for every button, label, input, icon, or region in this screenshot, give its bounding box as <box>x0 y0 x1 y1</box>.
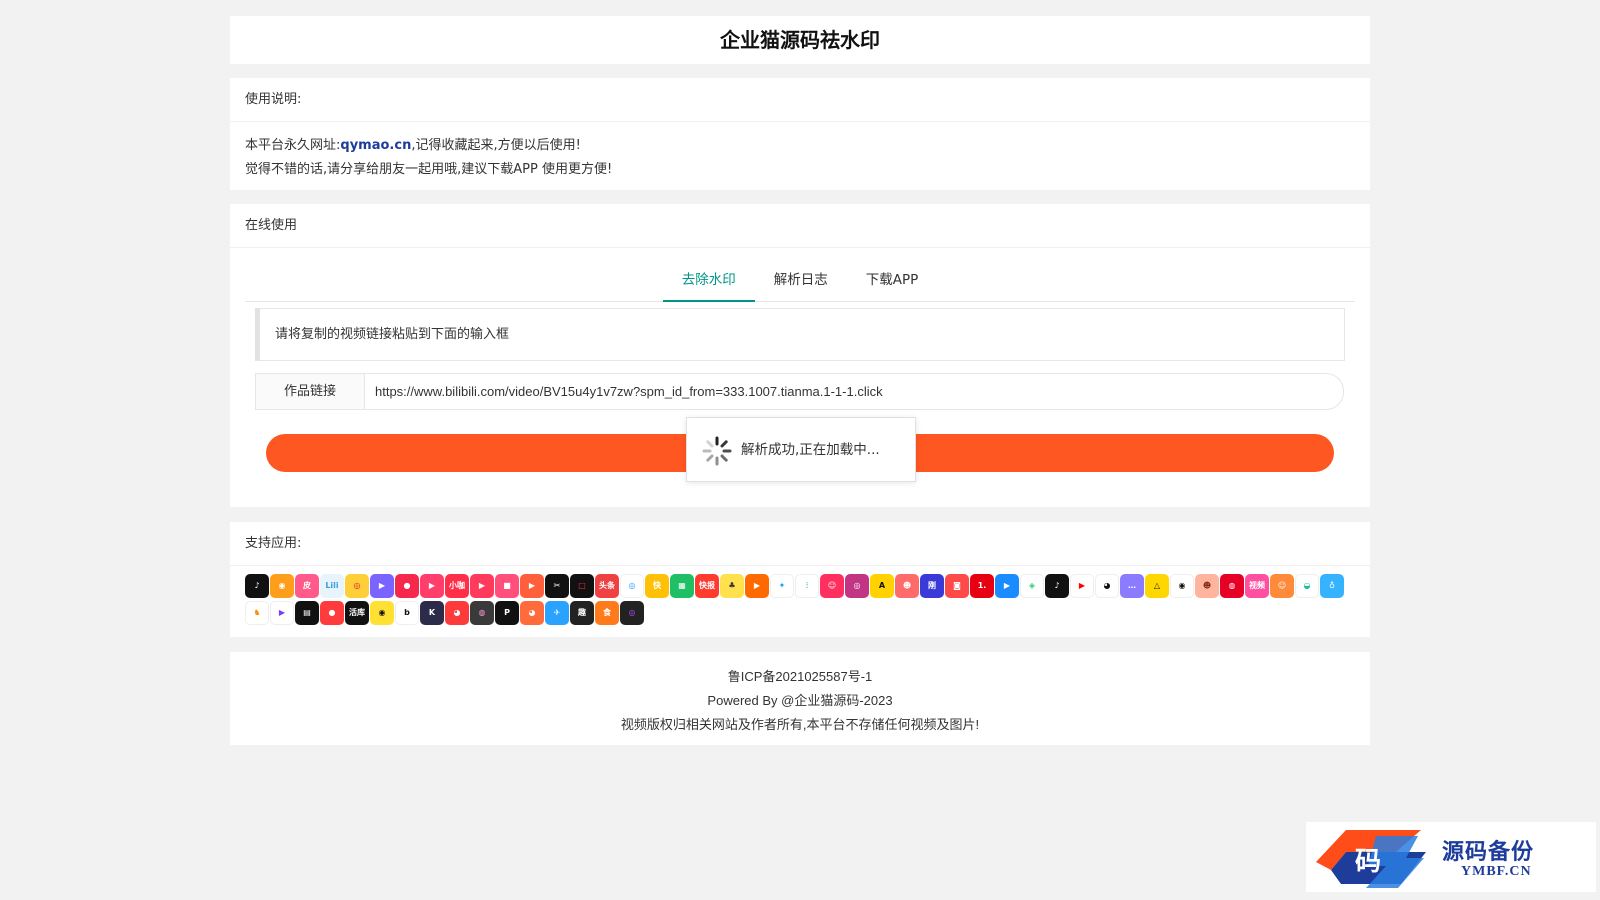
supported-apps-card: 支持应用: ♪ ◉ 皮 Lili ◎ ▶ ● ▶ 小咖 ▶ ■ ▶ ✂ □ 头条 ◎ 快 ▦ 快报 ♣ ▶ ✦ ⫶ ☺ ◎ A ☻ 刚… <box>230 522 1370 637</box>
douyin-icon: ♪ <box>245 574 269 598</box>
play-icon: ▶ <box>520 574 544 598</box>
k-icon: K <box>420 601 444 625</box>
uc-squirrel-icon: ♞ <box>245 601 269 625</box>
shipin-icon: 视频 <box>1245 574 1269 598</box>
link-field-label: 作品链接 <box>255 373 365 410</box>
black-p-icon: P <box>495 601 519 625</box>
portrait-icon: ☻ <box>1195 574 1219 598</box>
capcut-icon: ✂ <box>545 574 569 598</box>
usage-heading: 使用说明: <box>230 78 1370 122</box>
usage-line-1: 本平台永久网址:qymao.cn,记得收藏起来,方便以后使用! <box>245 134 1355 158</box>
monkey-icon: ◕ <box>520 601 544 625</box>
pipixia-icon: 皮 <box>295 574 319 598</box>
dark-text-icon: 趣 <box>570 601 594 625</box>
app-icon-grid: ♪ ◉ 皮 Lili ◎ ▶ ● ▶ 小咖 ▶ ■ ▶ ✂ □ 头条 ◎ 快 ▦ 快报 ♣ ▶ ✦ ⫶ ☺ ◎ A ☻ 刚 ◙ 1. ▶ ◈ ♪… <box>245 574 1355 628</box>
watermark-emblem-icon: 码 <box>1316 830 1426 888</box>
toutiao-icon: 头条 <box>595 574 619 598</box>
blue-play-icon: ▶ <box>995 574 1019 598</box>
red-camera-icon: ◙ <box>945 574 969 598</box>
paste-tip: 请将复制的视频链接粘贴到下面的输入框 <box>255 308 1345 361</box>
camera-lens-icon: ◉ <box>1170 574 1194 598</box>
red-play-icon: ● <box>395 574 419 598</box>
usage-line-1-suffix: ,记得收藏起来,方便以后使用! <box>411 138 581 153</box>
usage-line-2: 觉得不错的话,请分享给朋友一起用哦,建议下载APP 使用更方便! <box>245 162 613 177</box>
panda-icon: ◕ <box>1095 574 1119 598</box>
red-circle-icon: ● <box>320 601 344 625</box>
chat-icon: … <box>1120 574 1144 598</box>
shi-icon: 食 <box>595 601 619 625</box>
app-icon-row-1: ♪ ◉ 皮 Lili ◎ ▶ ● ▶ 小咖 ▶ ■ ▶ ✂ □ 头条 ◎ 快 ▦ 快报 ♣ ▶ ✦ ⫶ ☺ ◎ A ☻ 刚 ◙ 1. ▶ ◈ ♪… <box>245 574 1355 600</box>
video-play-icon: ▶ <box>370 574 394 598</box>
link-input[interactable] <box>364 373 1344 410</box>
gang-icon: 刚 <box>920 574 944 598</box>
orange-play-icon: ▶ <box>745 574 769 598</box>
app-icon-row-2: ♞ ▶ ▤ ● 活库 ◉ b K ◕ ◍ P ◕ ✈ 趣食 ◎ <box>245 601 1355 627</box>
watermark-logo-char: 码 <box>1355 847 1381 877</box>
tab-download-app[interactable]: 下载APP <box>847 260 938 302</box>
online-heading: 在线使用 <box>230 204 1370 248</box>
kuaishou-camera-icon: ◉ <box>270 574 294 598</box>
watermark-cn-text: 源码备份 <box>1442 839 1535 865</box>
stripes-icon: ▤ <box>295 601 319 625</box>
twitter-icon: ✦ <box>770 574 794 598</box>
camera-icon: ■ <box>495 574 519 598</box>
tab-bar: 去除水印 解析日志 下载APP <box>245 260 1355 302</box>
yellow-triangle-icon: △ <box>1145 574 1169 598</box>
site-domain-link[interactable]: qymao.cn <box>340 138 411 153</box>
apps-heading: 支持应用: <box>230 522 1370 566</box>
kuaibao-icon: 快报 <box>695 574 719 598</box>
loading-spinner-icon <box>702 436 732 466</box>
a-icon: A <box>870 574 894 598</box>
usage-card: 使用说明: 本平台永久网址:qymao.cn,记得收藏起来,方便以后使用! 觉得… <box>230 78 1370 190</box>
powered-by-text: Powered By @企业猫源码-2023 <box>707 693 893 708</box>
tab-parse-log[interactable]: 解析日志 <box>755 260 847 302</box>
watermark-en-text: YMBF.CN <box>1461 864 1532 879</box>
loading-text: 解析成功,正在加载中... <box>741 442 880 458</box>
bowl-icon: ◒ <box>1295 574 1319 598</box>
face-icon: ☺ <box>820 574 844 598</box>
usage-body: 本平台永久网址:qymao.cn,记得收藏起来,方便以后使用! 觉得不错的话,请… <box>230 122 1370 194</box>
tiktok-icon: ♪ <box>1045 574 1069 598</box>
blue-bird-icon: ✈ <box>545 601 569 625</box>
waveform-icon: ⫶ <box>795 574 819 598</box>
loading-toast: 解析成功,正在加载中... <box>686 417 916 482</box>
one-icon: 1. <box>970 574 994 598</box>
instagram-icon: ◎ <box>845 574 869 598</box>
youtube-icon: ▶ <box>1070 574 1094 598</box>
bilibili-icon: Lili <box>320 574 344 598</box>
header-card: 企业猫源码祛水印 <box>230 16 1370 64</box>
eye-icon: ◈ <box>1020 574 1044 598</box>
triangle-play-icon: ▶ <box>270 601 294 625</box>
xiaokaxiu-icon: 小咖 <box>445 574 469 598</box>
tab-remove-watermark[interactable]: 去除水印 <box>662 260 755 302</box>
footer-card: 鲁ICP备2021025587号-1 Powered By @企业猫源码-202… <box>230 652 1370 745</box>
qq-icon: ♁ <box>1320 574 1344 598</box>
huoku-icon: 活库 <box>345 601 369 625</box>
netease-music-icon: ◍ <box>1220 574 1244 598</box>
weibo-icon: ◎ <box>345 574 369 598</box>
cartoon-icon: ☺ <box>1270 574 1294 598</box>
video-icon: □ <box>570 574 594 598</box>
globe-icon: ◎ <box>620 574 644 598</box>
copyright-notice: 视频版权归相关网站及作者所有,本平台不存储任何视频及图片! <box>620 717 980 732</box>
avatar-icon: ☻ <box>895 574 919 598</box>
link-field: 作品链接 <box>255 373 1344 410</box>
dark-ring-icon: ◎ <box>620 601 644 625</box>
usage-line-1-prefix: 本平台永久网址: <box>245 138 341 153</box>
green-news-icon: ▦ <box>670 574 694 598</box>
pink-play-icon: ▶ <box>420 574 444 598</box>
chick-icon: ♣ <box>720 574 744 598</box>
ymbf-watermark-logo: 码 源码备份 YMBF.CN <box>1306 822 1596 892</box>
b-icon: b <box>395 601 419 625</box>
gradient-circle-icon: ◍ <box>470 601 494 625</box>
kuai-icon: 快 <box>645 574 669 598</box>
red-swirl-icon: ◕ <box>445 601 469 625</box>
icp-record-link[interactable]: 鲁ICP备2021025587号-1 <box>230 665 1370 689</box>
page-title: 企业猫源码祛水印 <box>720 28 880 52</box>
meipai-icon: ▶ <box>470 574 494 598</box>
yellow-play-icon: ◉ <box>370 601 394 625</box>
